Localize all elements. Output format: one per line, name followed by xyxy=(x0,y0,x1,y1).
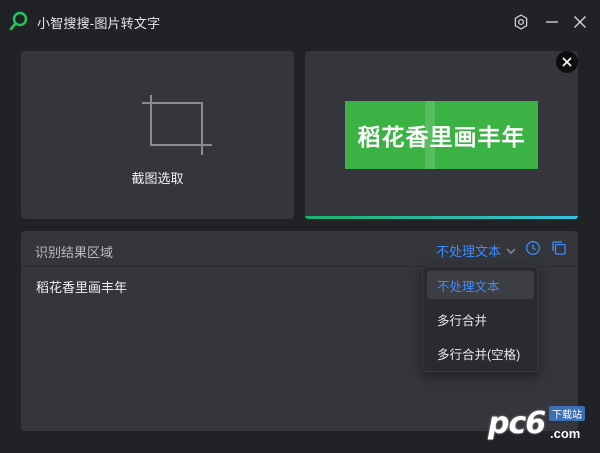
minimize-button[interactable] xyxy=(540,10,564,34)
gear-icon xyxy=(514,14,528,30)
search-icon xyxy=(9,11,28,31)
crop-icon xyxy=(142,95,212,155)
text-mode-value: 不处理文本 xyxy=(436,244,502,259)
remove-image-button[interactable] xyxy=(556,51,578,73)
pc6-watermark: pc6 下载站 .com xyxy=(488,400,594,448)
window-title: 小智搜搜-图片转文字 xyxy=(37,16,161,31)
preview-card: 稻花香里画丰年 xyxy=(305,51,578,219)
preview-image-text: 稻花香里画丰年 xyxy=(357,125,526,151)
clock-icon[interactable] xyxy=(525,240,541,256)
chevron-down-icon xyxy=(506,248,516,254)
dropdown-option-no-processing[interactable]: 不处理文本 xyxy=(427,271,534,299)
preview-image: 稻花香里画丰年 xyxy=(345,101,538,169)
capture-label: 截图选取 xyxy=(131,171,184,186)
recognition-progress-bar xyxy=(305,216,578,219)
watermark-domain: .com xyxy=(550,426,581,441)
app-window: 小智搜搜-图片转文字 截图选取 稻花香里画丰年 识别结果区域 不处理文本 稻花香… xyxy=(0,0,600,453)
text-mode-dropdown: 不处理文本 多行合并 多行合并(空格) xyxy=(422,266,539,372)
result-title: 识别结果区域 xyxy=(35,245,114,260)
close-icon xyxy=(574,16,586,28)
capture-card[interactable]: 截图选取 xyxy=(21,51,294,219)
minimize-icon xyxy=(546,21,558,23)
result-text[interactable]: 稻花香里画丰年 xyxy=(36,277,127,296)
result-header: 识别结果区域 不处理文本 xyxy=(21,231,578,267)
watermark-badge: 下载站 xyxy=(549,406,585,421)
close-circle-icon xyxy=(562,57,572,67)
dropdown-option-merge-lines[interactable]: 多行合并 xyxy=(427,305,534,333)
copy-icon[interactable] xyxy=(551,240,567,256)
text-mode-select[interactable]: 不处理文本 xyxy=(436,241,516,260)
dropdown-option-merge-lines-space[interactable]: 多行合并(空格) xyxy=(427,339,534,367)
close-button[interactable] xyxy=(568,10,592,34)
settings-button[interactable] xyxy=(509,10,533,34)
watermark-logo-text: pc6 xyxy=(488,406,546,441)
title-bar: 小智搜搜-图片转文字 xyxy=(0,0,600,44)
